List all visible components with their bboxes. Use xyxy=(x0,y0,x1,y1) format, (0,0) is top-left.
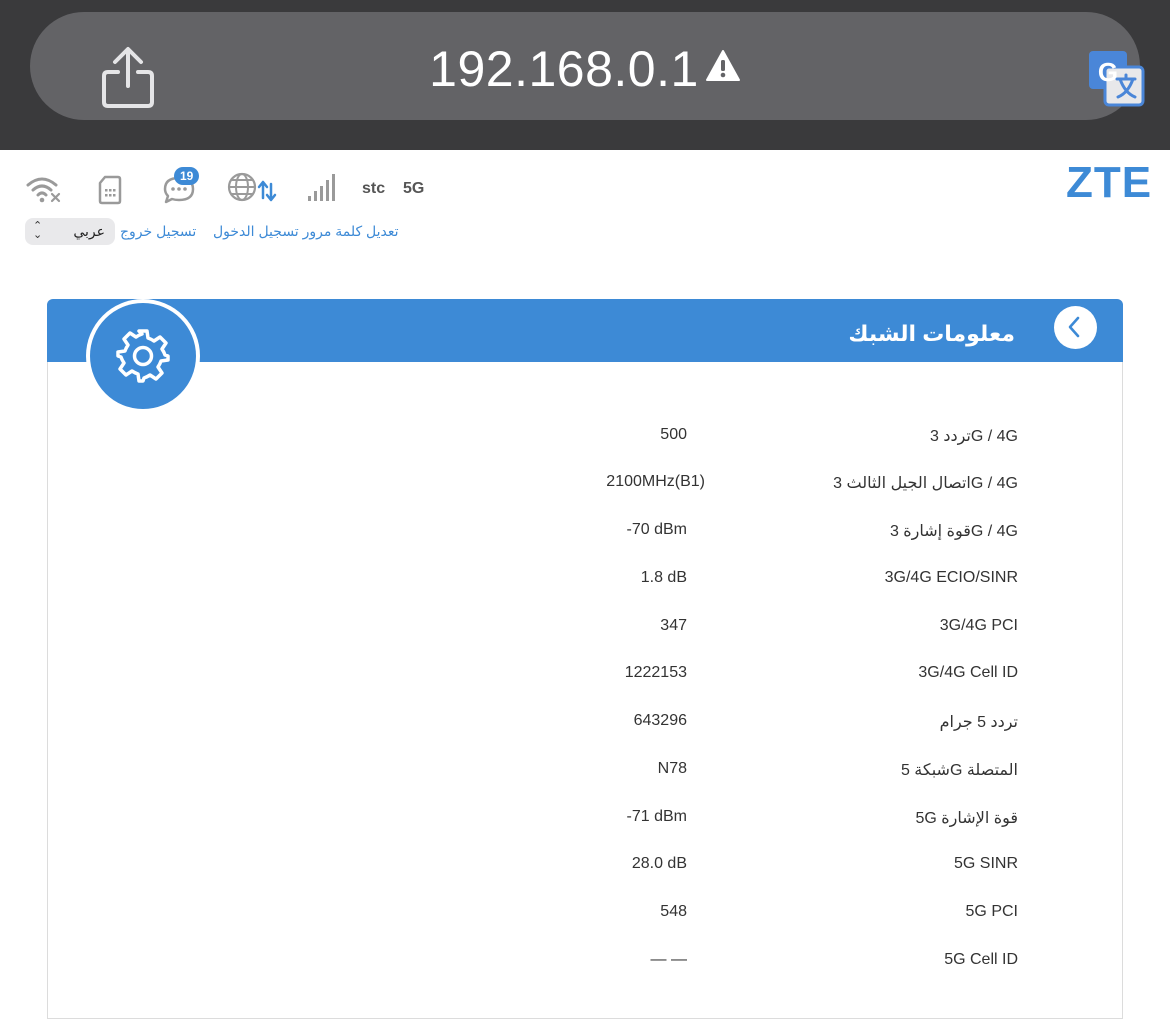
wifi-off-icon xyxy=(26,177,61,203)
info-label: 3G/4G Cell ID xyxy=(918,664,1018,681)
info-value: 2100MHz(B1) xyxy=(606,473,705,490)
language-value: عربي xyxy=(73,223,105,239)
info-row: 3G/4G Cell ID 1222153 xyxy=(48,664,1122,694)
info-label: 5G SINR xyxy=(953,855,1018,872)
url-text: 192.168.0.1 xyxy=(429,41,699,97)
info-row: قوة إشارة 3G / 4G -70 dBm xyxy=(48,521,1122,551)
info-value: -70 dBm xyxy=(626,521,687,538)
network-type: 5G xyxy=(403,180,425,197)
info-value: 28.0 dB xyxy=(631,855,687,872)
signal-strength-icon xyxy=(308,174,335,201)
info-label: 3G/4G PCI xyxy=(939,617,1018,634)
address-bar[interactable]: 192.168.0.1 G xyxy=(30,12,1145,120)
chevron-left-icon xyxy=(1068,316,1080,338)
change-password-link[interactable]: تعديل كلمة مرور تسجيل الدخول xyxy=(213,223,399,240)
gear-icon xyxy=(116,329,170,383)
sms-count-badge: 19 xyxy=(174,167,200,185)
logout-link[interactable]: تسجيل خروج xyxy=(120,223,196,240)
info-row: 3G/4G ECIO/SINR 1.8 dB xyxy=(48,569,1122,599)
browser-toolbar: 192.168.0.1 G xyxy=(0,0,1170,150)
translate-icon[interactable]: G xyxy=(1087,49,1145,107)
info-label: 3G/4G ECIO/SINR xyxy=(884,569,1018,586)
info-row: شبكة 5G المتصلة N78 xyxy=(48,760,1122,790)
info-value: 1222153 xyxy=(624,664,687,681)
info-value: — — xyxy=(650,951,687,968)
info-label: 5G قوة الإشارة xyxy=(915,810,1019,827)
language-select[interactable]: ⌃ ⌄ عربي xyxy=(25,218,115,245)
info-row: 5G Cell ID — — xyxy=(48,951,1122,981)
info-row: تردد 5 جرام 643296 xyxy=(48,712,1122,742)
operator-name: stc xyxy=(362,180,386,197)
info-label: 5G PCI xyxy=(965,903,1018,920)
settings-badge xyxy=(86,299,200,413)
chevron-updown-icon: ⌃ ⌄ xyxy=(33,220,43,241)
info-label: تردد 3G / 4G xyxy=(929,428,1018,445)
info-row: 5G SINR 28.0 dB xyxy=(48,855,1122,885)
svg-text:G: G xyxy=(1098,57,1118,87)
info-label: قوة إشارة 3G / 4G xyxy=(889,523,1018,540)
panel-header: معلومات الشبك xyxy=(47,299,1123,362)
info-value: 1.8 dB xyxy=(640,569,687,586)
info-label: شبكة 5G المتصلة xyxy=(900,762,1018,779)
info-label: اتصال الجيل الثالث 3G / 4G xyxy=(833,475,1018,492)
info-row: اتصال الجيل الثالث 3G / 4G 2100MHz(B1) xyxy=(48,473,1122,503)
network-info-panel: معلومات الشبك تردد 3G / 4G 500 اتصال الج… xyxy=(47,299,1123,1019)
info-row: تردد 3G / 4G 500 xyxy=(48,426,1122,456)
info-value: 500 xyxy=(660,426,687,443)
zte-logo: ZTE xyxy=(1066,158,1153,207)
info-row: 5G قوة الإشارة -71 dBm xyxy=(48,808,1122,838)
info-label: تردد 5 جرام xyxy=(939,714,1018,731)
internet-icon xyxy=(227,172,277,202)
info-value: N78 xyxy=(657,760,687,777)
sim-card-icon xyxy=(98,175,122,205)
info-value: -71 dBm xyxy=(626,808,687,825)
panel-title: معلومات الشبك xyxy=(848,321,1015,346)
info-row: 3G/4G PCI 347 xyxy=(48,617,1122,647)
info-value: 347 xyxy=(660,617,687,634)
back-button[interactable] xyxy=(1054,306,1097,349)
info-value: 643296 xyxy=(633,712,687,729)
info-label: 5G Cell ID xyxy=(944,951,1018,968)
url-display[interactable]: 192.168.0.1 xyxy=(30,40,1140,100)
warning-icon xyxy=(705,50,740,81)
info-value: 548 xyxy=(660,903,687,920)
info-row: 5G PCI 548 xyxy=(48,903,1122,933)
